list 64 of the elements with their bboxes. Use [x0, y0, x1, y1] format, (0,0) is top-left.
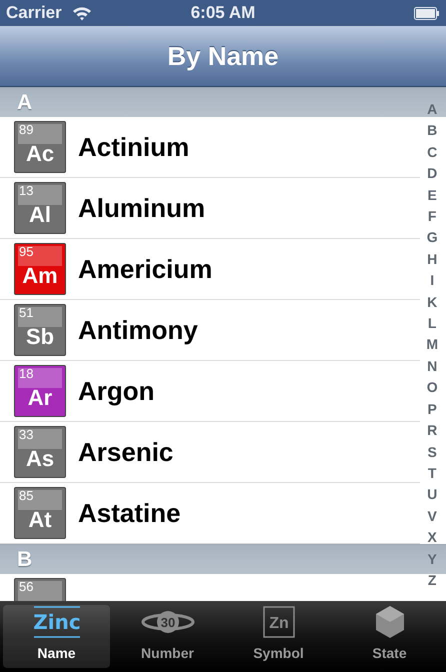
element-name: Arsenic	[78, 436, 174, 468]
element-symbol: At	[27, 506, 53, 534]
index-letter[interactable]: T	[428, 466, 436, 480]
tab-button[interactable]: 30 Number	[114, 605, 221, 668]
atomic-number: 89	[19, 123, 34, 138]
index-letter[interactable]: D	[427, 166, 438, 180]
element-symbol: As	[24, 445, 56, 473]
index-letter[interactable]: C	[427, 144, 438, 159]
atomic-number: 51	[19, 306, 34, 320]
index-letter[interactable]: N	[427, 358, 438, 373]
element-symbol: Am	[21, 262, 59, 290]
index-letter[interactable]: H	[427, 252, 438, 266]
atomic-number: 33	[19, 428, 34, 442]
index-letter[interactable]: Y	[427, 552, 437, 566]
element-symbol: Al	[28, 201, 52, 229]
index-letter[interactable]: B	[427, 123, 438, 138]
element-name: Aluminum	[78, 192, 206, 224]
element-row[interactable]: 18 Ar Argon	[0, 361, 420, 422]
battery-icon	[414, 7, 440, 20]
index-letter[interactable]: K	[427, 294, 438, 309]
element-name: Argon	[78, 374, 155, 408]
element-symbol: Sb	[24, 323, 56, 351]
index-letter[interactable]: O	[426, 380, 438, 394]
index-letter[interactable]: U	[427, 487, 438, 502]
atomic-number: 95	[19, 245, 34, 260]
element-name: Astatine	[78, 496, 181, 530]
tab-button[interactable]: Zinc Name	[3, 605, 110, 668]
wifi-icon	[72, 6, 92, 22]
section-header: B	[17, 546, 32, 573]
index-letter[interactable]: E	[427, 188, 437, 202]
element-symbol: Ac	[24, 140, 56, 168]
atomic-number: 18	[19, 367, 34, 382]
index-letter[interactable]: A	[427, 102, 438, 116]
cube-icon	[374, 605, 404, 639]
index-letter[interactable]: V	[427, 508, 437, 523]
index-letter[interactable]: P	[427, 402, 437, 416]
element-name: Antimony	[78, 314, 198, 346]
element-row[interactable]: 33 As Arsenic	[0, 422, 420, 483]
element-symbol: Ar	[26, 384, 54, 412]
nav-title: By Name	[167, 40, 279, 72]
index-letter[interactable]: F	[428, 209, 436, 224]
clock-time: 6:05 AM	[190, 3, 256, 22]
index-letter[interactable]: X	[427, 530, 437, 544]
index-letter[interactable]: G	[426, 230, 438, 244]
symbol-icon: Zn	[262, 606, 294, 638]
index-letter[interactable]: L	[428, 316, 436, 330]
index-letter[interactable]: S	[427, 444, 437, 458]
carrier-name: Carrier	[6, 2, 62, 24]
index-letter[interactable]: Z	[428, 572, 436, 587]
atomic-number: 85	[19, 489, 34, 504]
element-name: Americium	[78, 252, 212, 286]
tab-button[interactable]: State	[336, 605, 443, 668]
element-row[interactable]: 89 Ac Actinium	[0, 117, 420, 178]
element-name: Actinium	[78, 130, 190, 164]
index-letter[interactable]: R	[427, 423, 438, 438]
element-row[interactable]: 13 Al Aluminum	[0, 178, 420, 239]
tab-button[interactable]: Zn Symbol	[225, 605, 332, 668]
element-row[interactable]: 51 Sb Antimony	[0, 300, 420, 361]
element-row[interactable]: 56	[0, 574, 420, 601]
index-letter[interactable]: I	[430, 273, 434, 288]
index-letter[interactable]: M	[426, 337, 438, 352]
atomic-number: 13	[19, 184, 34, 198]
section-header: A	[17, 90, 32, 116]
atomic-number: 56	[19, 580, 34, 594]
